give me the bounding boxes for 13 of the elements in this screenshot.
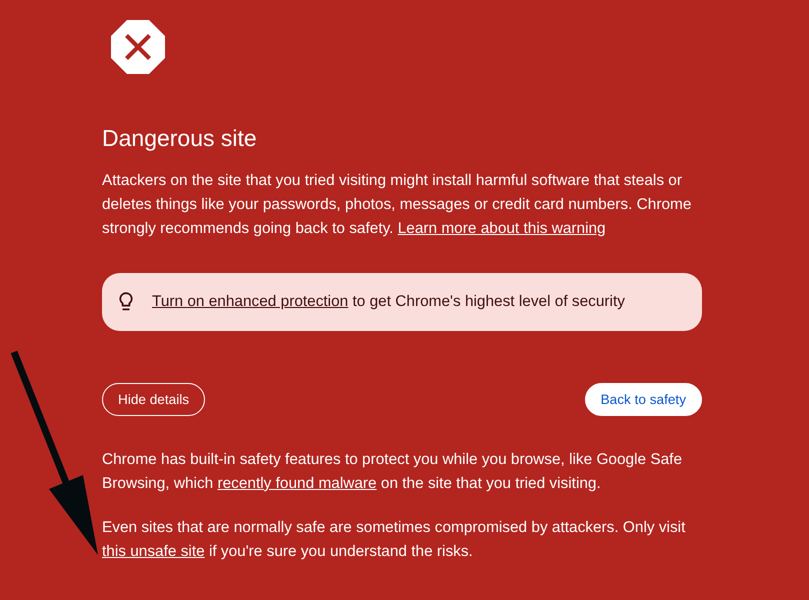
warning-text: Attackers on the site that you tried visiting might install harmful software that steals or deletes things like your passwords, photos, messages or credit card numbers. Chrome strongly recommends going back to safety. Learn more about this warning [102, 171, 692, 239]
risk-text: Even sites that are normally safe are sometimes compromised by attackers. Only visit this unsafe site if you're sure you understand the risks. [102, 518, 686, 562]
enhanced-protection-link[interactable]: Turn on enhanced protection [152, 293, 348, 310]
lightbulb-icon [119, 292, 133, 310]
learn-more-link[interactable]: Learn more about this warning [398, 220, 606, 237]
unsafe-site-link[interactable]: this unsafe site [102, 543, 205, 560]
safe-browsing-text: Chrome has built-in safety features to protect you while you browse, like Google Safe Browsing, which recently found malware on the site that you tried visiting. [102, 450, 684, 494]
x-octagon-icon [111, 20, 165, 74]
hide-details-button[interactable]: Hide details [102, 383, 206, 416]
malware-info-link[interactable]: recently found malware [217, 475, 377, 492]
page-title: Dangerous site [102, 124, 258, 152]
back-to-safety-button[interactable]: Back to safety [584, 383, 702, 416]
protection-text: Turn on enhanced protection to get Chrome's highest level of security [152, 292, 625, 312]
